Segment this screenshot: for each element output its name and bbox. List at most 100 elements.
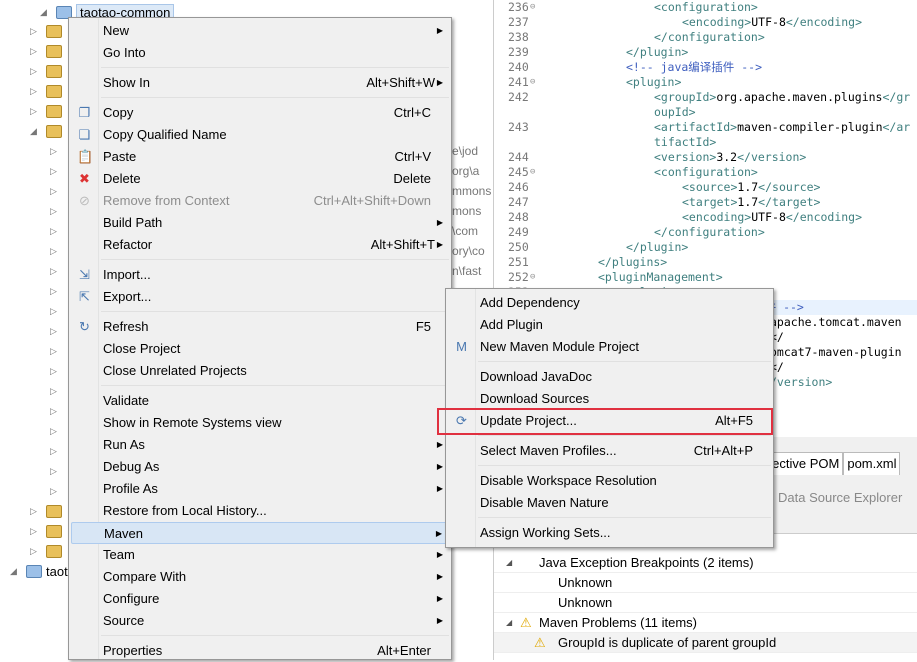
tree-item[interactable]: ▷ [30, 61, 62, 81]
menu-item-refresh[interactable]: ↻ Refresh F5 [71, 316, 449, 338]
code-line[interactable]: 238 </configuration> [494, 30, 917, 45]
tree-item[interactable]: ▷ [50, 421, 62, 441]
menu-item-delete[interactable]: ✖ Delete Delete [71, 168, 449, 190]
menu-item-assign-working-sets[interactable]: Assign Working Sets... [448, 522, 771, 544]
tree-item[interactable]: ▷ [50, 341, 62, 361]
menu-item-source[interactable]: Source ▶ [71, 610, 449, 632]
menu-item-configure[interactable]: Configure ▶ [71, 588, 449, 610]
expand-icon[interactable]: ▷ [50, 446, 62, 457]
tree-item[interactable]: ▷ [50, 141, 62, 161]
expand-icon[interactable]: ▷ [30, 506, 42, 517]
tree-item[interactable]: ▷ [50, 321, 62, 341]
menu-item-export[interactable]: ⇱ Export... [71, 286, 449, 308]
tree-item[interactable]: ▷ [50, 241, 62, 261]
menu-item-close-project[interactable]: Close Project [71, 338, 449, 360]
menu-item-run-as[interactable]: Run As ▶ [71, 434, 449, 456]
expand-icon[interactable]: ▷ [30, 526, 42, 537]
problem-row[interactable]: ⚠ GroupId is duplicate of parent groupId [494, 633, 917, 653]
expand-icon[interactable]: ◢ [30, 126, 42, 137]
code-line[interactable]: 236 ⊖ <configuration> [494, 0, 917, 15]
expand-icon[interactable]: ▷ [50, 306, 62, 317]
code-line[interactable]: 244 <version>3.2</version> [494, 150, 917, 165]
code-line[interactable]: 243 <artifactId>maven-compiler-plugin</ar… [494, 120, 917, 150]
code-line[interactable]: 247 <target>1.7</target> [494, 195, 917, 210]
tree-item[interactable]: ▷ [30, 21, 62, 41]
tree-item[interactable]: ▷ [30, 541, 62, 561]
menu-item-debug-as[interactable]: Debug As ▶ [71, 456, 449, 478]
code-line[interactable]: 248 <encoding>UTF-8</encoding> [494, 210, 917, 225]
tree-item[interactable]: ▷ [50, 221, 62, 241]
menu-item-add-plugin[interactable]: Add Plugin [448, 314, 771, 336]
expand-icon[interactable]: ▷ [30, 546, 42, 557]
expand-icon[interactable]: ▷ [30, 86, 42, 97]
expand-icon[interactable]: ▷ [50, 286, 62, 297]
problem-row[interactable]: Unknown [494, 573, 917, 593]
menu-item-new[interactable]: New ▶ [71, 20, 449, 42]
menu-item-build-path[interactable]: Build Path ▶ [71, 212, 449, 234]
tree-item[interactable]: ▷ [50, 261, 62, 281]
fold-icon[interactable]: ⊖ [530, 270, 535, 285]
tree-item[interactable]: ▷ [50, 281, 62, 301]
tree-item[interactable]: ▷ [30, 41, 62, 61]
expand-icon[interactable]: ▷ [50, 426, 62, 437]
tree-item[interactable]: ▷ [30, 521, 62, 541]
menu-item-paste[interactable]: 📋 Paste Ctrl+V [71, 146, 449, 168]
expand-icon[interactable]: ▷ [50, 166, 62, 177]
menu-item-copy-qualified-name[interactable]: ❏ Copy Qualified Name [71, 124, 449, 146]
tree-item-project[interactable]: ◢ taot [10, 561, 68, 581]
tree-item[interactable]: ▷ [50, 401, 62, 421]
code-line[interactable]: 240 <!-- java编译插件 --> [494, 60, 917, 75]
code-line[interactable]: 241 ⊖ <plugin> [494, 75, 917, 90]
tab-pom-xml[interactable]: pom.xml [843, 452, 901, 475]
menu-item-new-maven-module-project[interactable]: M New Maven Module Project [448, 336, 771, 358]
expand-icon[interactable]: ▷ [30, 26, 42, 37]
tree-item[interactable]: ▷ [50, 461, 62, 481]
menu-item-disable-maven-nature[interactable]: Disable Maven Nature [448, 492, 771, 514]
menu-item-select-maven-profiles[interactable]: Select Maven Profiles... Ctrl+Alt+P [448, 440, 771, 462]
tree-item[interactable]: ▷ [50, 381, 62, 401]
menu-item-download-javadoc[interactable]: Download JavaDoc [448, 366, 771, 388]
menu-item-team[interactable]: Team ▶ [71, 544, 449, 566]
menu-item-show-in-remote-systems-view[interactable]: Show in Remote Systems view [71, 412, 449, 434]
expand-icon[interactable]: ▷ [50, 366, 62, 377]
menu-item-show-in[interactable]: Show In Alt+Shift+W ▶ [71, 72, 449, 94]
expand-icon[interactable]: ◢ [506, 553, 512, 573]
expand-icon[interactable]: ▷ [50, 146, 62, 157]
menu-item-close-unrelated-projects[interactable]: Close Unrelated Projects [71, 360, 449, 382]
menu-item-go-into[interactable]: Go Into [71, 42, 449, 64]
expand-icon[interactable]: ▷ [30, 106, 42, 117]
menu-item-disable-workspace-resolution[interactable]: Disable Workspace Resolution [448, 470, 771, 492]
code-line[interactable]: 246 <source>1.7</source> [494, 180, 917, 195]
problem-row[interactable]: ◢ Java Exception Breakpoints (2 items) [494, 553, 917, 573]
menu-item-add-dependency[interactable]: Add Dependency [448, 292, 771, 314]
expand-icon[interactable]: ▷ [50, 346, 62, 357]
tree-item[interactable]: ▷ [50, 181, 62, 201]
menu-item-restore-from-local-history[interactable]: Restore from Local History... [71, 500, 449, 522]
menu-item-compare-with[interactable]: Compare With ▶ [71, 566, 449, 588]
problem-row[interactable]: ◢ ⚠ Maven Problems (11 items) [494, 613, 917, 633]
expand-icon[interactable]: ◢ [40, 7, 52, 18]
expand-icon[interactable]: ▷ [30, 46, 42, 57]
expand-icon[interactable]: ◢ [506, 613, 512, 633]
expand-icon[interactable]: ▷ [50, 466, 62, 477]
expand-icon[interactable]: ◢ [10, 566, 22, 577]
expand-icon[interactable]: ▷ [50, 246, 62, 257]
tree-item[interactable]: ▷ [50, 481, 62, 501]
expand-icon[interactable]: ▷ [50, 406, 62, 417]
menu-item-remove-from-context[interactable]: ⊘ Remove from Context Ctrl+Alt+Shift+Down [71, 190, 449, 212]
tree-item[interactable]: ▷ [30, 81, 62, 101]
data-source-explorer-tab[interactable]: Data Source Explorer [778, 490, 917, 505]
tree-item[interactable]: ▷ [30, 101, 62, 121]
tree-item[interactable]: ▷ [50, 441, 62, 461]
code-line[interactable]: 251 </plugins> [494, 255, 917, 270]
tree-item[interactable]: ▷ [50, 301, 62, 321]
menu-item-maven[interactable]: Maven ▶ [71, 522, 449, 544]
code-line[interactable]: 237 <encoding>UTF-8</encoding> [494, 15, 917, 30]
tree-item[interactable]: ▷ [50, 201, 62, 221]
code-line[interactable]: 250 </plugin> [494, 240, 917, 255]
code-line[interactable]: 242 <groupId>org.apache.maven.plugins</gr… [494, 90, 917, 120]
expand-icon[interactable]: ▷ [50, 226, 62, 237]
code-line[interactable]: 252 ⊖ <pluginManagement> [494, 270, 917, 285]
expand-icon[interactable]: ▷ [50, 186, 62, 197]
code-line[interactable]: 239 </plugin> [494, 45, 917, 60]
